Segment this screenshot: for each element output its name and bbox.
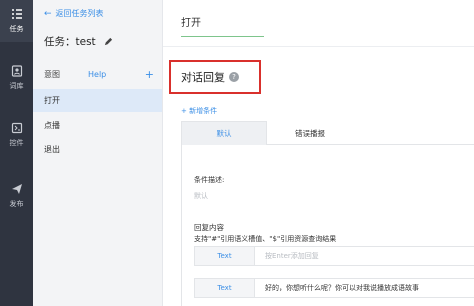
sidebar-intent-open[interactable]: 打开 (33, 89, 162, 112)
send-icon (11, 184, 22, 194)
help-question-icon[interactable]: ? (229, 72, 239, 82)
back-to-task-list-link[interactable]: ← 返回任务列表 (44, 8, 104, 19)
widget-icon (11, 122, 22, 134)
rail-item-label: 控件 (9, 139, 24, 147)
rail-item-publish[interactable]: 发布 (0, 175, 33, 217)
support-hint: 支持"#"引用语义槽值、"$"引用资源查询结果 (194, 235, 337, 243)
rail-item-label: 词库 (9, 82, 24, 90)
reply-type-tag[interactable]: Text (195, 279, 255, 297)
sidebar-item-label: 退出 (44, 145, 60, 154)
section-divider (163, 46, 474, 47)
tab-error-broadcast[interactable]: 错误播报 (267, 121, 353, 145)
reply-input[interactable]: 按Enter添加回复 (255, 247, 319, 265)
rail-item-widget[interactable]: 控件 (0, 114, 33, 156)
rail-item-task[interactable]: 任务 (0, 0, 33, 42)
tab-panel: 条件描述: 默认 回复内容 支持"#"引用语义槽值、"$"引用资源查询结果 Te… (181, 145, 474, 306)
edit-pencil-icon[interactable] (104, 37, 113, 46)
tab-default[interactable]: 默认 (181, 121, 267, 145)
sidebar-intent-exit[interactable]: 退出 (33, 138, 162, 161)
intent-name-underline (181, 36, 264, 37)
task-title: 任务：test (44, 34, 113, 49)
intent-label: 意图 (44, 70, 60, 79)
intent-header: 意图 Help + (44, 68, 154, 81)
reply-input-row: Text 按Enter添加回复 (194, 246, 474, 266)
condition-label: 条件描述: (194, 176, 225, 184)
sidebar-item-label: 打开 (44, 96, 60, 105)
task-sidebar: ← 返回任务列表 任务：test 意图 Help + 打开 点播 退出 (33, 0, 163, 306)
intent-editor: 打开 对话回复 ? + 新增条件 默认 错误播报 条件描述: 默认 回复内容 支… (163, 0, 474, 306)
section-title: 对话回复 (181, 71, 225, 84)
rail-item-label: 发布 (9, 200, 24, 208)
reply-row: Text 好的，你想听什么呢？你可以对我说播放成语故事 (194, 278, 474, 298)
sidebar-item-label: 点播 (44, 121, 60, 130)
sidebar-intent-ondemand[interactable]: 点播 (33, 114, 162, 137)
app-rail: 任务 词库 控件 发布 (0, 0, 33, 306)
add-intent-plus-icon[interactable]: + (145, 68, 154, 81)
help-link[interactable]: Help (88, 70, 106, 79)
rail-item-label: 任务 (9, 25, 24, 33)
back-link-label: 返回任务列表 (55, 9, 104, 18)
reply-text[interactable]: 好的，你想听什么呢？你可以对我说播放成语故事 (255, 279, 419, 297)
intent-name-field[interactable]: 打开 (181, 14, 201, 29)
task-list-icon (11, 9, 22, 19)
condition-input[interactable]: 默认 (194, 191, 208, 201)
rail-item-dictionary[interactable]: 词库 (0, 57, 33, 99)
dictionary-icon (11, 65, 22, 77)
dialog-reply-heading-highlight: 对话回复 ? (169, 60, 261, 94)
add-condition-link[interactable]: + 新增条件 (181, 106, 217, 116)
reply-type-tag[interactable]: Text (195, 247, 255, 265)
reply-content-label: 回复内容 (194, 223, 224, 232)
arrow-left-icon: ← (44, 8, 52, 19)
task-title-text: 任务：test (44, 36, 96, 48)
reply-tabs: 默认 错误播报 (181, 121, 474, 145)
